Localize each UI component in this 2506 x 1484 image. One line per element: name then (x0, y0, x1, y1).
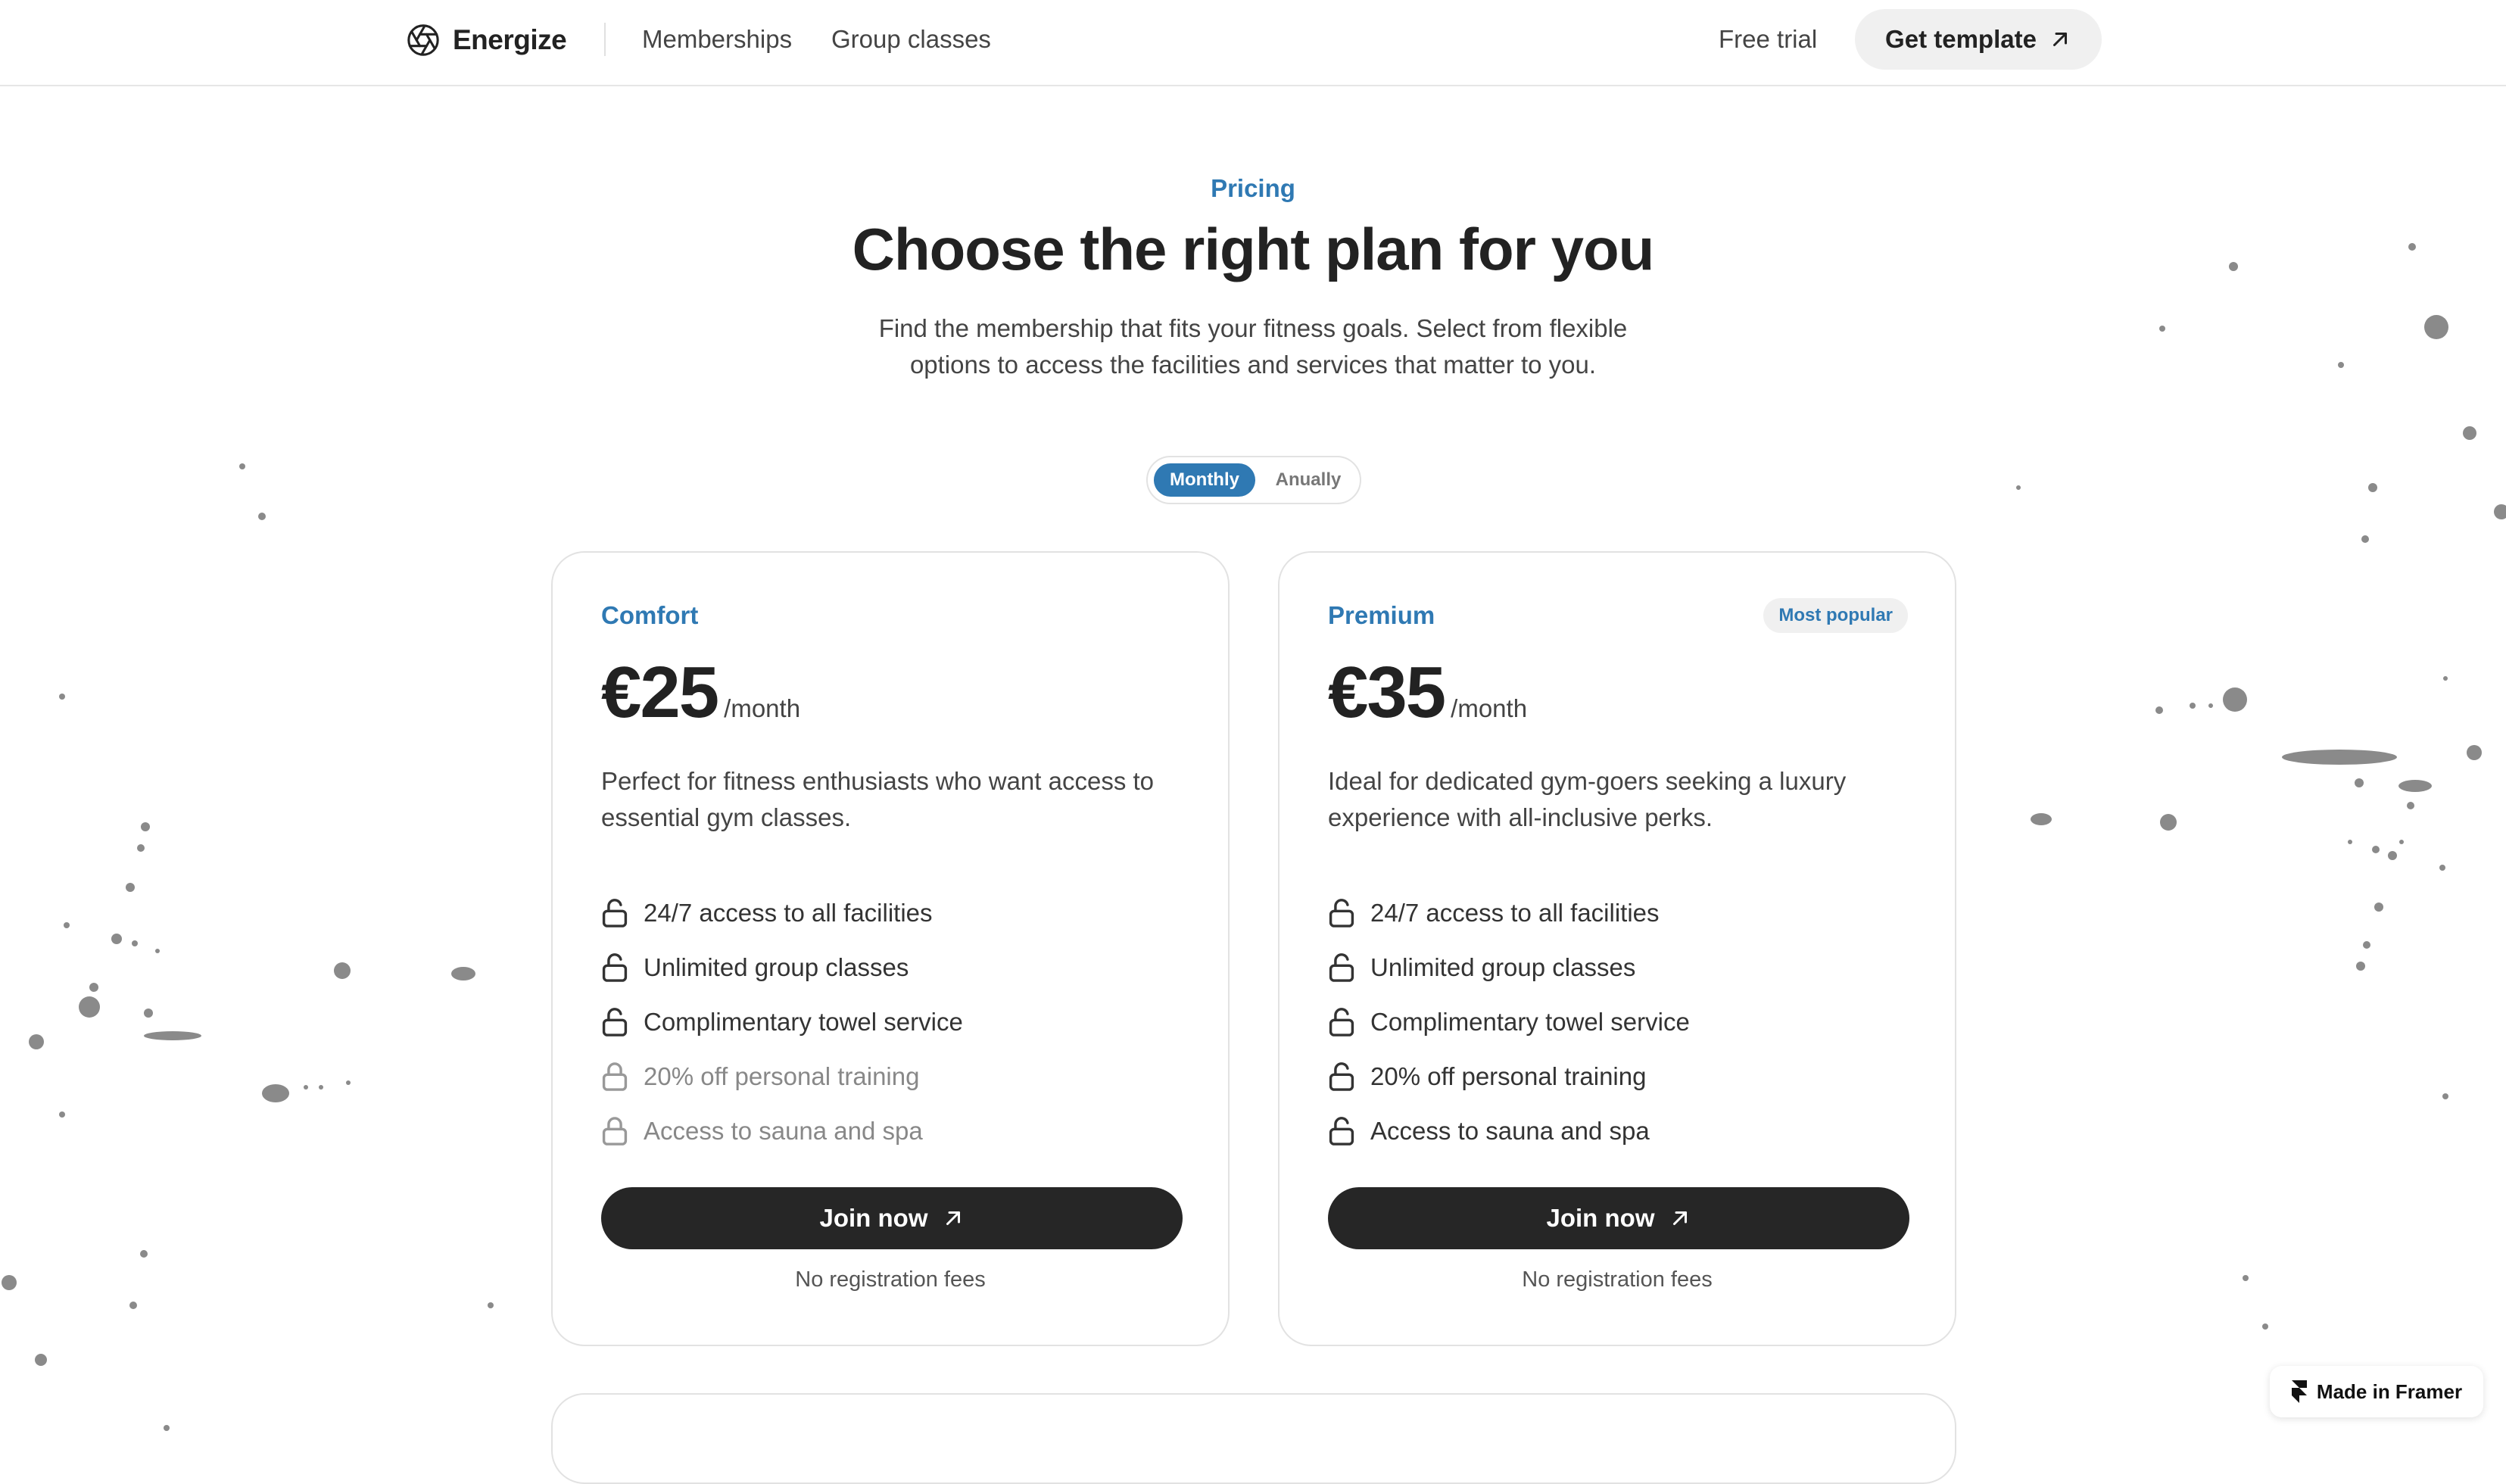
feature-label: 24/7 access to all facilities (644, 899, 933, 927)
plan-note: No registration fees (1522, 1267, 1713, 1292)
join-now-label: Join now (819, 1204, 928, 1232)
unlock-icon (1329, 899, 1354, 928)
framer-badge-label: Made in Framer (2316, 1380, 2463, 1403)
plan-price-row: €25 /month (601, 651, 800, 734)
unlock-icon (602, 1008, 628, 1037)
feature-label: Unlimited group classes (644, 953, 909, 981)
feature-item: Complimentary towel service (1328, 995, 1918, 1049)
feature-label: Unlimited group classes (1370, 953, 1636, 981)
nav-link-memberships[interactable]: Memberships (642, 23, 792, 56)
plan-note: No registration fees (795, 1267, 986, 1292)
feature-item: Unlimited group classes (601, 940, 1192, 995)
top-navigation: Energize Memberships Group classes Free … (0, 0, 2506, 86)
nav-link-free-trial[interactable]: Free trial (1719, 23, 1817, 56)
nav-link-group-classes[interactable]: Group classes (831, 23, 991, 56)
feature-item: Access to sauna and spa (1328, 1104, 1918, 1158)
unlock-icon (602, 899, 628, 928)
plan-card-next (551, 1393, 1956, 1484)
brand-logo-link[interactable]: Energize (406, 20, 567, 61)
arrow-up-right-icon (2052, 33, 2067, 46)
feature-label: 24/7 access to all facilities (1370, 899, 1660, 927)
aperture-logo-icon (407, 24, 439, 56)
join-now-button[interactable]: Join now (601, 1187, 1183, 1249)
nav-divider (604, 23, 606, 56)
get-template-button[interactable]: Get template (1855, 9, 2102, 70)
join-now-button[interactable]: Join now (1328, 1187, 1909, 1249)
page-title: Choose the right plan for you (852, 216, 1655, 282)
lock-icon (602, 1062, 628, 1091)
feature-label: Access to sauna and spa (644, 1117, 923, 1145)
feature-item: 24/7 access to all facilities (1328, 886, 1918, 940)
plan-period: /month (724, 694, 801, 722)
feature-item-excluded: Access to sauna and spa (601, 1104, 1192, 1158)
plan-period: /month (1451, 694, 1528, 722)
unlock-icon (602, 953, 628, 982)
feature-list: 24/7 access to all facilities Unlimited … (1328, 886, 1918, 1158)
plan-description: Perfect for fitness enthusiasts who want… (601, 767, 1155, 831)
billing-period-toggle: Monthly Anually (1146, 456, 1361, 504)
unlock-icon (1329, 1008, 1354, 1037)
feature-label: Complimentary towel service (644, 1008, 963, 1036)
plan-price-row: €35 /month (1328, 651, 1527, 734)
feature-label: 20% off personal training (1370, 1062, 1647, 1090)
unlock-icon (1329, 1062, 1354, 1091)
plan-name: Premium (1328, 601, 1435, 629)
feature-item: Unlimited group classes (1328, 940, 1918, 995)
join-now-label: Join now (1546, 1204, 1655, 1232)
pricing-eyebrow: Pricing (1211, 174, 1295, 202)
page-subtitle: Find the membership that fits your fitne… (878, 314, 1628, 379)
feature-label: Complimentary towel service (1370, 1008, 1690, 1036)
plan-name: Comfort (601, 601, 699, 629)
toggle-annually[interactable]: Anually (1261, 463, 1355, 497)
feature-list: 24/7 access to all facilities Unlimited … (601, 886, 1192, 1158)
plan-description: Ideal for dedicated gym-goers seeking a … (1328, 767, 1847, 831)
plan-price: €35 (1328, 652, 1446, 733)
plan-card-comfort: Comfort €25 /month Perfect for fitness e… (551, 551, 1230, 1346)
get-template-label: Get template (1885, 25, 2037, 53)
feature-item: Complimentary towel service (601, 995, 1192, 1049)
brand-name: Energize (453, 24, 567, 55)
arrow-up-right-icon (1672, 1211, 1687, 1225)
unlock-icon (1329, 953, 1354, 982)
feature-item: 24/7 access to all facilities (601, 886, 1192, 940)
plan-price: €25 (601, 652, 719, 733)
feature-label: 20% off personal training (644, 1062, 920, 1090)
most-popular-badge: Most popular (1763, 598, 1908, 633)
arrow-up-right-icon (946, 1211, 960, 1225)
plan-card-premium: Premium Most popular €35 /month Ideal fo… (1278, 551, 1956, 1346)
feature-item-excluded: 20% off personal training (601, 1049, 1192, 1104)
feature-item: 20% off personal training (1328, 1049, 1918, 1104)
unlock-icon (1329, 1117, 1354, 1146)
feature-label: Access to sauna and spa (1370, 1117, 1650, 1145)
lock-icon (602, 1117, 628, 1146)
toggle-monthly[interactable]: Monthly (1154, 463, 1255, 497)
made-in-framer-badge[interactable]: Made in Framer (2270, 1366, 2483, 1417)
framer-logo-icon (2291, 1380, 2307, 1403)
